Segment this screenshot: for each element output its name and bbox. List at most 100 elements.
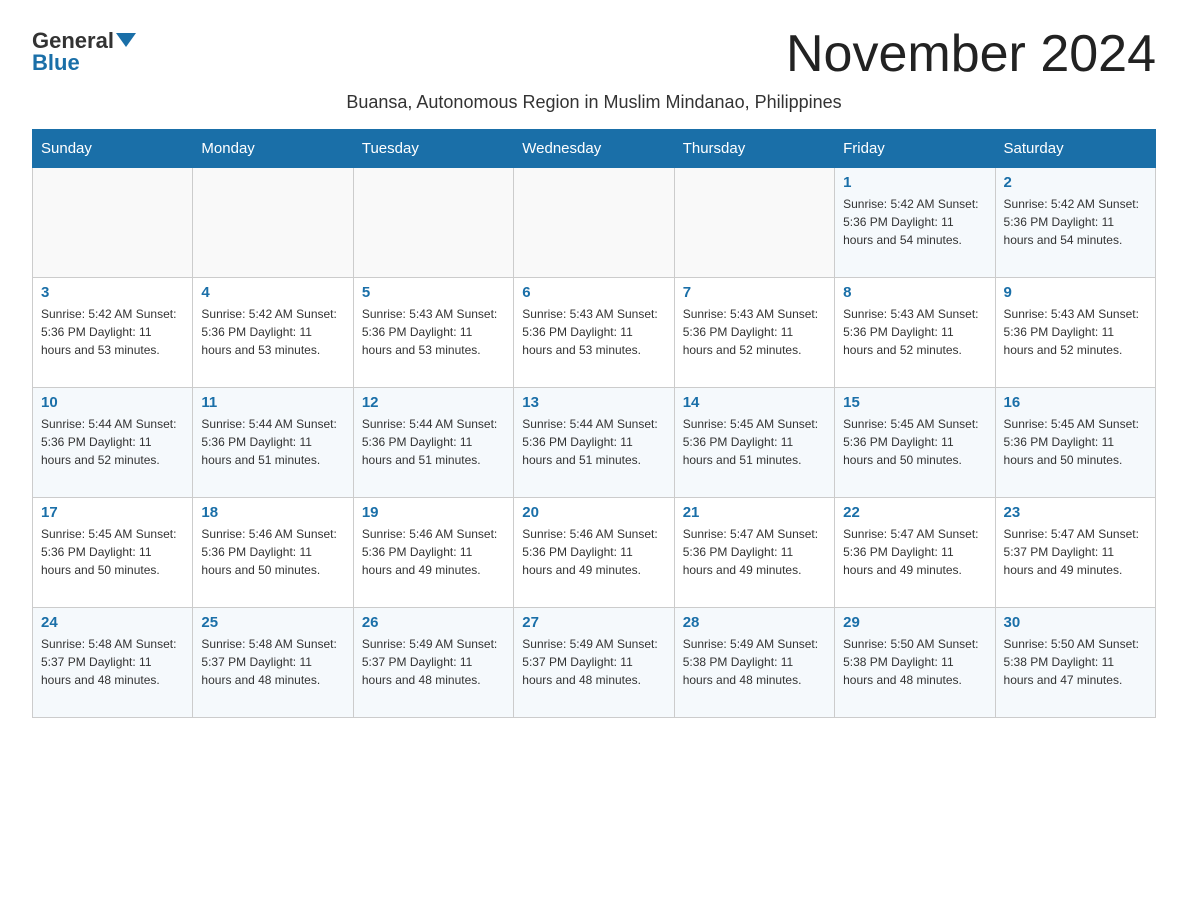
day-info: Sunrise: 5:45 AM Sunset: 5:36 PM Dayligh… bbox=[683, 415, 826, 469]
day-info: Sunrise: 5:42 AM Sunset: 5:36 PM Dayligh… bbox=[843, 195, 986, 249]
calendar-cell: 25 Sunrise: 5:48 AM Sunset: 5:37 PM Dayli… bbox=[193, 608, 353, 718]
day-number: 14 bbox=[683, 394, 826, 411]
day-info: Sunrise: 5:43 AM Sunset: 5:36 PM Dayligh… bbox=[1004, 305, 1147, 359]
weekday-header-monday: Monday bbox=[193, 130, 353, 168]
subtitle: Buansa, Autonomous Region in Muslim Mind… bbox=[32, 92, 1156, 113]
day-number: 4 bbox=[201, 284, 344, 301]
week-row-2: 3 Sunrise: 5:42 AM Sunset: 5:36 PM Daylig… bbox=[33, 278, 1156, 388]
logo-blue: Blue bbox=[32, 50, 80, 76]
day-info: Sunrise: 5:49 AM Sunset: 5:37 PM Dayligh… bbox=[522, 635, 665, 689]
calendar-cell: 1 Sunrise: 5:42 AM Sunset: 5:36 PM Daylig… bbox=[835, 168, 995, 278]
weekday-header-wednesday: Wednesday bbox=[514, 130, 674, 168]
calendar-cell: 8Sunrise: 5:43 AM Sunset: 5:36 PM Daylig… bbox=[835, 278, 995, 388]
calendar-cell: 21Sunrise: 5:47 AM Sunset: 5:36 PM Dayli… bbox=[674, 498, 834, 608]
day-info: Sunrise: 5:42 AM Sunset: 5:36 PM Dayligh… bbox=[201, 305, 344, 359]
day-number: 1 bbox=[843, 174, 986, 191]
logo: General Blue bbox=[32, 28, 136, 76]
calendar-cell: 15 Sunrise: 5:45 AM Sunset: 5:36 PM Dayli… bbox=[835, 388, 995, 498]
calendar-cell bbox=[514, 168, 674, 278]
day-number: 6 bbox=[522, 284, 665, 301]
calendar-cell: 11 Sunrise: 5:44 AM Sunset: 5:36 PM Dayli… bbox=[193, 388, 353, 498]
day-number: 30 bbox=[1004, 614, 1147, 631]
day-number: 5 bbox=[362, 284, 505, 301]
day-info: Sunrise: 5:45 AM Sunset: 5:36 PM Dayligh… bbox=[843, 415, 986, 469]
day-info: Sunrise: 5:43 AM Sunset: 5:36 PM Dayligh… bbox=[683, 305, 826, 359]
day-info: Sunrise: 5:46 AM Sunset: 5:36 PM Dayligh… bbox=[201, 525, 344, 579]
day-number: 9 bbox=[1004, 284, 1147, 301]
calendar-cell: 6Sunrise: 5:43 AM Sunset: 5:36 PM Daylig… bbox=[514, 278, 674, 388]
calendar-cell: 22 Sunrise: 5:47 AM Sunset: 5:36 PM Dayli… bbox=[835, 498, 995, 608]
calendar-cell: 3 Sunrise: 5:42 AM Sunset: 5:36 PM Daylig… bbox=[33, 278, 193, 388]
calendar-table: SundayMondayTuesdayWednesdayThursdayFrid… bbox=[32, 129, 1156, 718]
day-info: Sunrise: 5:50 AM Sunset: 5:38 PM Dayligh… bbox=[843, 635, 986, 689]
day-info: Sunrise: 5:46 AM Sunset: 5:36 PM Dayligh… bbox=[362, 525, 505, 579]
day-number: 20 bbox=[522, 504, 665, 521]
header: General Blue November 2024 bbox=[32, 24, 1156, 84]
calendar-cell: 2 Sunrise: 5:42 AM Sunset: 5:36 PM Daylig… bbox=[995, 168, 1155, 278]
calendar-cell: 24 Sunrise: 5:48 AM Sunset: 5:37 PM Dayli… bbox=[33, 608, 193, 718]
day-info: Sunrise: 5:44 AM Sunset: 5:36 PM Dayligh… bbox=[522, 415, 665, 469]
calendar-cell: 5 Sunrise: 5:43 AM Sunset: 5:36 PM Daylig… bbox=[353, 278, 513, 388]
calendar-cell: 27 Sunrise: 5:49 AM Sunset: 5:37 PM Dayli… bbox=[514, 608, 674, 718]
weekday-header-thursday: Thursday bbox=[674, 130, 834, 168]
week-row-4: 17 Sunrise: 5:45 AM Sunset: 5:36 PM Dayli… bbox=[33, 498, 1156, 608]
day-number: 7 bbox=[683, 284, 826, 301]
day-info: Sunrise: 5:46 AM Sunset: 5:36 PM Dayligh… bbox=[522, 525, 665, 579]
day-info: Sunrise: 5:48 AM Sunset: 5:37 PM Dayligh… bbox=[41, 635, 184, 689]
weekday-header-sunday: Sunday bbox=[33, 130, 193, 168]
day-number: 2 bbox=[1004, 174, 1147, 191]
day-number: 13 bbox=[522, 394, 665, 411]
weekday-header-tuesday: Tuesday bbox=[353, 130, 513, 168]
week-row-3: 10 Sunrise: 5:44 AM Sunset: 5:36 PM Dayli… bbox=[33, 388, 1156, 498]
calendar-cell: 23 Sunrise: 5:47 AM Sunset: 5:37 PM Dayli… bbox=[995, 498, 1155, 608]
calendar-cell: 12Sunrise: 5:44 AM Sunset: 5:36 PM Dayli… bbox=[353, 388, 513, 498]
day-number: 3 bbox=[41, 284, 184, 301]
calendar-cell: 26Sunrise: 5:49 AM Sunset: 5:37 PM Dayli… bbox=[353, 608, 513, 718]
day-info: Sunrise: 5:45 AM Sunset: 5:36 PM Dayligh… bbox=[1004, 415, 1147, 469]
calendar-cell: 13 Sunrise: 5:44 AM Sunset: 5:36 PM Dayli… bbox=[514, 388, 674, 498]
weekday-header-friday: Friday bbox=[835, 130, 995, 168]
day-number: 25 bbox=[201, 614, 344, 631]
weekday-header-row: SundayMondayTuesdayWednesdayThursdayFrid… bbox=[33, 130, 1156, 168]
week-row-5: 24 Sunrise: 5:48 AM Sunset: 5:37 PM Dayli… bbox=[33, 608, 1156, 718]
calendar-cell: 9 Sunrise: 5:43 AM Sunset: 5:36 PM Daylig… bbox=[995, 278, 1155, 388]
calendar-cell: 28Sunrise: 5:49 AM Sunset: 5:38 PM Dayli… bbox=[674, 608, 834, 718]
day-number: 26 bbox=[362, 614, 505, 631]
day-info: Sunrise: 5:43 AM Sunset: 5:36 PM Dayligh… bbox=[362, 305, 505, 359]
day-number: 29 bbox=[843, 614, 986, 631]
day-info: Sunrise: 5:47 AM Sunset: 5:36 PM Dayligh… bbox=[683, 525, 826, 579]
day-number: 17 bbox=[41, 504, 184, 521]
day-info: Sunrise: 5:49 AM Sunset: 5:38 PM Dayligh… bbox=[683, 635, 826, 689]
day-number: 10 bbox=[41, 394, 184, 411]
calendar-cell bbox=[674, 168, 834, 278]
day-info: Sunrise: 5:47 AM Sunset: 5:36 PM Dayligh… bbox=[843, 525, 986, 579]
day-info: Sunrise: 5:45 AM Sunset: 5:36 PM Dayligh… bbox=[41, 525, 184, 579]
day-info: Sunrise: 5:44 AM Sunset: 5:36 PM Dayligh… bbox=[201, 415, 344, 469]
logo-arrow-icon bbox=[116, 33, 136, 47]
calendar-cell: 4 Sunrise: 5:42 AM Sunset: 5:36 PM Daylig… bbox=[193, 278, 353, 388]
calendar-cell bbox=[353, 168, 513, 278]
calendar-cell: 29 Sunrise: 5:50 AM Sunset: 5:38 PM Dayli… bbox=[835, 608, 995, 718]
calendar-cell bbox=[33, 168, 193, 278]
day-info: Sunrise: 5:47 AM Sunset: 5:37 PM Dayligh… bbox=[1004, 525, 1147, 579]
day-number: 24 bbox=[41, 614, 184, 631]
day-info: Sunrise: 5:44 AM Sunset: 5:36 PM Dayligh… bbox=[41, 415, 184, 469]
page-title: November 2024 bbox=[786, 24, 1156, 84]
day-number: 11 bbox=[201, 394, 344, 411]
day-number: 27 bbox=[522, 614, 665, 631]
calendar-cell: 30Sunrise: 5:50 AM Sunset: 5:38 PM Dayli… bbox=[995, 608, 1155, 718]
day-info: Sunrise: 5:48 AM Sunset: 5:37 PM Dayligh… bbox=[201, 635, 344, 689]
calendar-cell: 17 Sunrise: 5:45 AM Sunset: 5:36 PM Dayli… bbox=[33, 498, 193, 608]
day-number: 23 bbox=[1004, 504, 1147, 521]
day-info: Sunrise: 5:42 AM Sunset: 5:36 PM Dayligh… bbox=[1004, 195, 1147, 249]
day-number: 16 bbox=[1004, 394, 1147, 411]
day-info: Sunrise: 5:42 AM Sunset: 5:36 PM Dayligh… bbox=[41, 305, 184, 359]
day-number: 22 bbox=[843, 504, 986, 521]
calendar-cell: 7 Sunrise: 5:43 AM Sunset: 5:36 PM Daylig… bbox=[674, 278, 834, 388]
calendar-cell: 10 Sunrise: 5:44 AM Sunset: 5:36 PM Dayli… bbox=[33, 388, 193, 498]
week-row-1: 1 Sunrise: 5:42 AM Sunset: 5:36 PM Daylig… bbox=[33, 168, 1156, 278]
calendar-cell bbox=[193, 168, 353, 278]
calendar-cell: 14 Sunrise: 5:45 AM Sunset: 5:36 PM Dayli… bbox=[674, 388, 834, 498]
day-number: 15 bbox=[843, 394, 986, 411]
weekday-header-saturday: Saturday bbox=[995, 130, 1155, 168]
